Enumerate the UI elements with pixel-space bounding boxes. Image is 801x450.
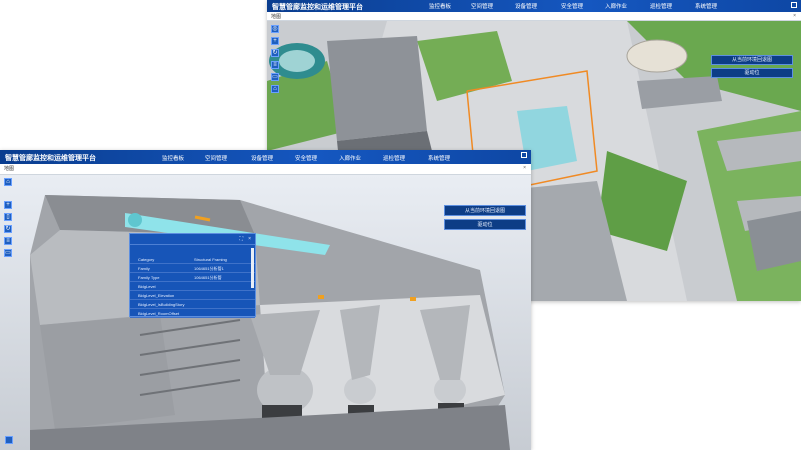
tab-bar: 地图 × xyxy=(267,12,801,21)
property-key: Family xyxy=(138,266,150,271)
drive-button[interactable]: 驱动位 xyxy=(711,68,793,78)
title-bar: 智慧管廊监控和运维管理平台 监控看板 空间管理 设备管理 安全管理 入廊作业 巡… xyxy=(0,150,531,164)
pan-icon[interactable]: + xyxy=(271,37,279,45)
front-window: 智慧管廊监控和运维管理平台 监控看板 空间管理 设备管理 安全管理 入廊作业 巡… xyxy=(0,150,531,450)
restore-view-button[interactable]: 从当前环境回退图 xyxy=(444,205,526,216)
tab-bar: 地图 × xyxy=(0,164,531,175)
title-bar: 智慧管廊监控和运维管理平台 监控看板 空间管理 设备管理 安全管理 入廊作业 巡… xyxy=(267,0,801,12)
tab-map[interactable]: 地图 xyxy=(271,13,281,20)
nav-item-device[interactable]: 设备管理 xyxy=(515,2,537,10)
property-value: 1064651分析管 xyxy=(194,275,222,280)
nav-item-system[interactable]: 系统管理 xyxy=(695,2,717,10)
property-key: BldgLevel_Elevation xyxy=(138,293,175,298)
ruler-icon[interactable]: ▯ xyxy=(4,213,12,221)
nav-item-patrol[interactable]: 巡检管理 xyxy=(383,154,405,162)
expand-icon[interactable]: ⛶ xyxy=(239,236,243,242)
front-toolbar: ⌂ xyxy=(4,178,12,186)
back-toolbar: ◎ + ↻ ≡ ▭ ⌂ xyxy=(271,25,279,93)
measure-icon[interactable]: ▭ xyxy=(4,249,12,257)
info-icon[interactable] xyxy=(5,436,13,444)
front-toolbar-tools: + ▯ ↻ ≡ ▭ xyxy=(4,201,12,257)
rotate-icon[interactable]: ↻ xyxy=(4,225,12,233)
measure-icon[interactable]: ▭ xyxy=(271,73,279,81)
nav-item-safety[interactable]: 安全管理 xyxy=(295,154,317,162)
3d-tunnel-viewport[interactable]: ⌂ + ▯ ↻ ≡ ▭ 从当前环境回退图 驱动位 xyxy=(0,175,531,450)
nav-item-work[interactable]: 入廊作业 xyxy=(605,2,627,10)
nav-item-device[interactable]: 设备管理 xyxy=(251,154,273,162)
nav-item-system[interactable]: 系统管理 xyxy=(428,154,450,162)
property-row: BldgLevel xyxy=(130,282,255,291)
nav-item-space[interactable]: 空间管理 xyxy=(471,2,493,10)
back-right-buttons: 从当前环境回退图 驱动位 xyxy=(711,55,793,78)
drive-button[interactable]: 驱动位 xyxy=(444,219,526,230)
window-menu-icon[interactable] xyxy=(521,152,527,158)
property-key: Family Type xyxy=(138,275,160,280)
tab-close-icon[interactable]: × xyxy=(793,13,796,19)
front-right-buttons: 从当前环境回退图 驱动位 xyxy=(444,205,526,230)
app-title: 智慧管廊监控和运维管理平台 xyxy=(272,4,363,11)
tab-map[interactable]: 地图 xyxy=(4,165,14,172)
panel-scrollbar[interactable] xyxy=(251,248,254,288)
property-row: Family 1064651分析管1 xyxy=(130,264,255,273)
window-menu-icon[interactable] xyxy=(791,2,797,8)
property-panel-header: ⛶ × xyxy=(130,234,255,245)
nav-item-patrol[interactable]: 巡检管理 xyxy=(650,2,672,10)
layer-icon[interactable]: ≡ xyxy=(4,237,12,245)
property-value: 1064651分析管1 xyxy=(194,266,224,271)
home-icon[interactable]: ⌂ xyxy=(271,85,279,93)
nav-item-work[interactable]: 入廊作业 xyxy=(339,154,361,162)
compass-icon[interactable]: ◎ xyxy=(271,25,279,33)
property-key: BldgLevel_IsBuildingStory xyxy=(138,302,185,307)
property-row: BldgLevel_IsBuildingStory xyxy=(130,300,255,309)
pan-icon[interactable]: + xyxy=(4,201,12,209)
property-row: BldgLevel_Elevation xyxy=(130,291,255,300)
home-icon[interactable]: ⌂ xyxy=(4,178,12,186)
close-icon[interactable]: × xyxy=(248,236,251,242)
property-key: BldgLevel xyxy=(138,284,156,289)
tab-close-icon[interactable]: × xyxy=(523,165,526,171)
property-key: Category xyxy=(138,257,155,262)
nav-item-safety[interactable]: 安全管理 xyxy=(561,2,583,10)
nav-item-dashboard[interactable]: 监控看板 xyxy=(162,154,184,162)
property-row: BldgLevel_RoomOffset xyxy=(130,309,255,318)
layer-icon[interactable]: ≡ xyxy=(271,61,279,69)
property-panel: ⛶ × Category Structural Framing Family 1… xyxy=(129,233,256,318)
nav-item-space[interactable]: 空间管理 xyxy=(205,154,227,162)
nav-item-dashboard[interactable]: 监控看板 xyxy=(429,2,451,10)
restore-view-button[interactable]: 从当前环境回退图 xyxy=(711,55,793,65)
property-row: Family Type 1064651分析管 xyxy=(130,273,255,282)
app-title: 智慧管廊监控和运维管理平台 xyxy=(5,155,96,162)
property-value: Structural Framing xyxy=(194,257,227,262)
rotate-icon[interactable]: ↻ xyxy=(271,49,279,57)
property-key: BldgLevel_RoomOffset xyxy=(138,311,180,316)
property-row: Category Structural Framing xyxy=(130,255,255,264)
